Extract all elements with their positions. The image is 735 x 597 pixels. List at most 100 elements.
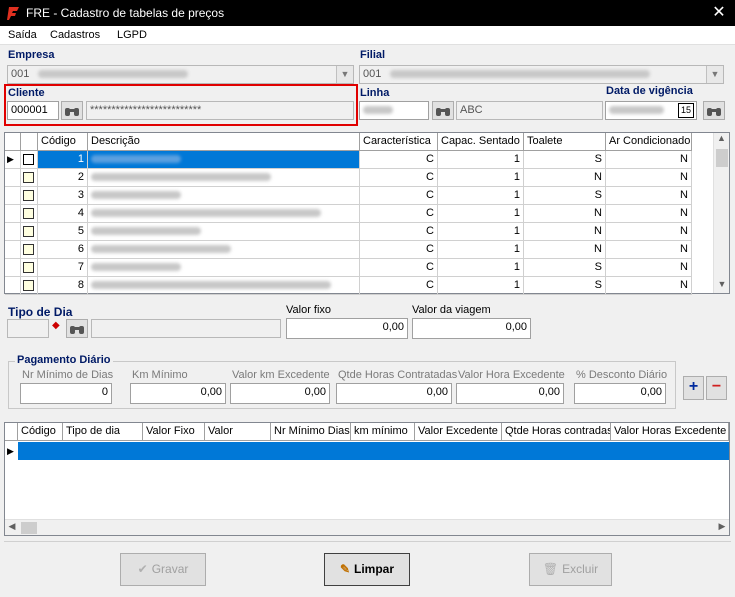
grid2-col-header[interactable]: Qtde Horas contradas bbox=[502, 423, 611, 441]
limpar-button[interactable]: ✎ Limpar bbox=[324, 553, 410, 586]
cliente-code-field[interactable]: 000001 bbox=[7, 101, 59, 120]
row-checkbox-cell[interactable] bbox=[21, 169, 38, 187]
tipo-dia-search-button[interactable] bbox=[66, 319, 88, 338]
valor-fixo-field[interactable]: 0,00 bbox=[286, 318, 408, 339]
cell-codigo[interactable]: 3 bbox=[38, 187, 88, 205]
cell-capac-sentado[interactable]: 1 bbox=[438, 241, 524, 259]
cell-descricao[interactable] bbox=[88, 241, 360, 259]
row-checkbox-cell[interactable] bbox=[21, 151, 38, 169]
grid2-col-header[interactable]: Valor Fixo bbox=[143, 423, 205, 441]
vehicle-grid[interactable]: Código Descrição Característica Capac. S… bbox=[4, 132, 730, 295]
cell-ar-condicionado[interactable]: N bbox=[606, 187, 692, 205]
pagamento-field-input[interactable]: 0 bbox=[20, 383, 112, 404]
col-descricao[interactable]: Descrição bbox=[88, 133, 360, 151]
pagamento-field-input[interactable]: 0,00 bbox=[574, 383, 666, 404]
cell-capac-sentado[interactable]: 1 bbox=[438, 223, 524, 241]
hscroll-thumb[interactable] bbox=[21, 522, 37, 534]
cell-toalete[interactable]: S bbox=[524, 277, 606, 295]
scroll-right-icon[interactable]: ▶ bbox=[715, 521, 729, 532]
cell-ar-condicionado[interactable]: N bbox=[606, 223, 692, 241]
grid2-col-header[interactable]: Valor Excedente bbox=[415, 423, 502, 441]
menu-saida[interactable]: Saída bbox=[8, 29, 37, 41]
filial-combo[interactable]: 001 ▼ bbox=[359, 65, 724, 84]
col-ar-condicionado[interactable]: Ar Condicionado bbox=[606, 133, 692, 151]
row-checkbox-cell[interactable] bbox=[21, 205, 38, 223]
row-checkbox[interactable] bbox=[23, 244, 34, 255]
cell-codigo[interactable]: 8 bbox=[38, 277, 88, 295]
cell-caracteristica[interactable]: C bbox=[360, 151, 438, 169]
empresa-dropdown-icon[interactable]: ▼ bbox=[336, 66, 353, 83]
grid2-col-header[interactable]: Código bbox=[18, 423, 63, 441]
gravar-button[interactable]: ✔ Gravar bbox=[120, 553, 206, 586]
cell-descricao[interactable] bbox=[88, 259, 360, 277]
cell-descricao[interactable] bbox=[88, 187, 360, 205]
row-checkbox[interactable] bbox=[23, 154, 34, 165]
scroll-up-icon[interactable]: ▲ bbox=[714, 133, 729, 147]
grid2-col-header[interactable]: km mínimo bbox=[351, 423, 415, 441]
add-button[interactable]: + bbox=[683, 376, 704, 400]
cell-ar-condicionado[interactable]: N bbox=[606, 277, 692, 295]
tipo-dia-code-field[interactable] bbox=[7, 319, 49, 338]
col-caracteristica[interactable]: Característica bbox=[360, 133, 438, 151]
cell-toalete[interactable]: S bbox=[524, 259, 606, 277]
cell-capac-sentado[interactable]: 1 bbox=[438, 277, 524, 295]
cell-codigo[interactable]: 2 bbox=[38, 169, 88, 187]
empresa-combo[interactable]: 001 ▼ bbox=[7, 65, 354, 84]
grid2-hscrollbar[interactable]: ◀ ▶ bbox=[5, 519, 729, 535]
row-checkbox-cell[interactable] bbox=[21, 187, 38, 205]
cell-codigo[interactable]: 1 bbox=[38, 151, 88, 169]
cell-descricao[interactable] bbox=[88, 223, 360, 241]
linha-search-button[interactable] bbox=[432, 101, 454, 120]
close-icon[interactable]: ✕ bbox=[708, 3, 730, 23]
cell-toalete[interactable]: N bbox=[524, 205, 606, 223]
cell-toalete[interactable]: N bbox=[524, 169, 606, 187]
linha-code-field[interactable] bbox=[359, 101, 429, 120]
cell-ar-condicionado[interactable]: N bbox=[606, 205, 692, 223]
cell-caracteristica[interactable]: C bbox=[360, 259, 438, 277]
cell-caracteristica[interactable]: C bbox=[360, 205, 438, 223]
cell-capac-sentado[interactable]: 1 bbox=[438, 205, 524, 223]
row-checkbox-cell[interactable] bbox=[21, 259, 38, 277]
pagamento-field-input[interactable]: 0,00 bbox=[456, 383, 564, 404]
grid2-col-header[interactable]: Valor Horas Excedente bbox=[611, 423, 729, 441]
scroll-down-icon[interactable]: ▼ bbox=[714, 279, 730, 293]
grid2-col-header[interactable]: Tipo de dia bbox=[63, 423, 143, 441]
pagamento-field-input[interactable]: 0,00 bbox=[130, 383, 226, 404]
cell-caracteristica[interactable]: C bbox=[360, 223, 438, 241]
grid-vscrollbar[interactable]: ▲ ▼ bbox=[713, 133, 729, 293]
cell-codigo[interactable]: 5 bbox=[38, 223, 88, 241]
cell-ar-condicionado[interactable]: N bbox=[606, 241, 692, 259]
col-capac-sentado[interactable]: Capac. Sentado bbox=[438, 133, 524, 151]
menu-cadastros[interactable]: Cadastros bbox=[50, 29, 100, 41]
scroll-thumb[interactable] bbox=[716, 149, 728, 167]
grid2-col-header[interactable]: Valor bbox=[205, 423, 271, 441]
cell-codigo[interactable]: 4 bbox=[38, 205, 88, 223]
cell-codigo[interactable]: 6 bbox=[38, 241, 88, 259]
data-search-button[interactable] bbox=[703, 101, 725, 120]
cell-descricao[interactable] bbox=[88, 169, 360, 187]
menu-lgpd[interactable]: LGPD bbox=[117, 29, 147, 41]
cell-ar-condicionado[interactable]: N bbox=[606, 151, 692, 169]
pagamento-grid[interactable]: ▶ ◀ ▶ Código Tipo de dia Valor Fixo Valor Nr… bbox=[4, 422, 730, 536]
cell-caracteristica[interactable]: C bbox=[360, 241, 438, 259]
col-toalete[interactable]: Toalete bbox=[524, 133, 606, 151]
cell-toalete[interactable]: S bbox=[524, 187, 606, 205]
cell-capac-sentado[interactable]: 1 bbox=[438, 187, 524, 205]
cell-capac-sentado[interactable]: 1 bbox=[438, 151, 524, 169]
remove-button[interactable]: − bbox=[706, 376, 727, 400]
grid2-col-header[interactable]: Nr Mínimo Dias bbox=[271, 423, 351, 441]
cell-capac-sentado[interactable]: 1 bbox=[438, 259, 524, 277]
row-checkbox[interactable] bbox=[23, 172, 34, 183]
cell-caracteristica[interactable]: C bbox=[360, 277, 438, 295]
cell-toalete[interactable]: S bbox=[524, 151, 606, 169]
cell-codigo[interactable]: 7 bbox=[38, 259, 88, 277]
row-checkbox-cell[interactable] bbox=[21, 277, 38, 295]
pagamento-field-input[interactable]: 0,00 bbox=[336, 383, 452, 404]
row-checkbox[interactable] bbox=[23, 262, 34, 273]
cell-descricao[interactable] bbox=[88, 277, 360, 295]
cell-ar-condicionado[interactable]: N bbox=[606, 259, 692, 277]
calendar-icon[interactable]: 15 bbox=[678, 103, 694, 118]
data-vigencia-field[interactable]: 15 bbox=[605, 101, 697, 120]
row-checkbox[interactable] bbox=[23, 226, 34, 237]
cell-toalete[interactable]: N bbox=[524, 223, 606, 241]
